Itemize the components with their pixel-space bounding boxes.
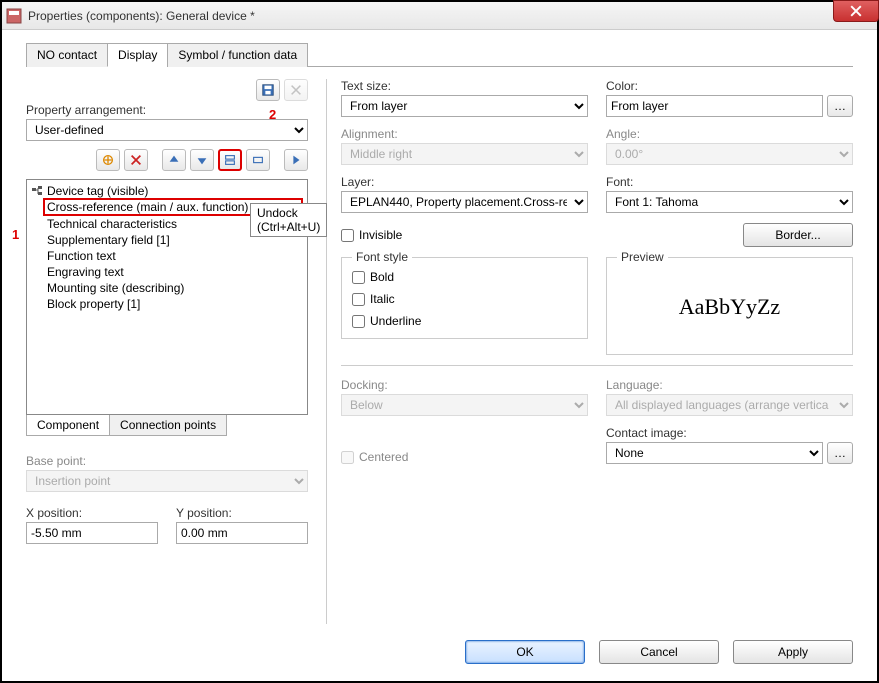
- new-icon-button[interactable]: [96, 149, 120, 171]
- play-icon-button[interactable]: [284, 149, 308, 171]
- angle-select: 0.00°: [606, 143, 853, 165]
- preview-text: AaBbYyZz: [617, 270, 842, 344]
- basepoint-select: Insertion point: [26, 470, 308, 492]
- layer-select[interactable]: EPLAN440, Property placement.Cross-re: [341, 191, 588, 213]
- annotation-1: 1: [12, 227, 19, 242]
- preview-fieldset: Preview AaBbYyZz: [606, 257, 853, 355]
- sub-tab-row: Component Connection points: [26, 415, 308, 436]
- font-select[interactable]: Font 1: Tahoma: [606, 191, 853, 213]
- close-button[interactable]: [833, 0, 879, 22]
- preview-legend: Preview: [617, 250, 668, 264]
- fontstyle-legend: Font style: [352, 250, 412, 264]
- tab-symbol-function[interactable]: Symbol / function data: [167, 43, 308, 67]
- border-button[interactable]: Border...: [743, 223, 853, 247]
- centered-checkbox: Centered: [341, 450, 588, 464]
- underline-checkbox[interactable]: Underline: [352, 314, 577, 328]
- main-tab-row: NO contact Display Symbol / function dat…: [26, 42, 853, 67]
- language-select: All displayed languages (arrange vertica: [606, 394, 853, 416]
- left-panel: 1 2 Property arrangement: User-defined: [26, 79, 308, 624]
- property-arrangement-select[interactable]: User-defined: [26, 119, 308, 141]
- subtab-component[interactable]: Component: [26, 415, 110, 436]
- contactimage-more-button[interactable]: …: [827, 442, 853, 464]
- save-icon-button[interactable]: [256, 79, 280, 101]
- delete-icon-button: [284, 79, 308, 101]
- alignment-label: Alignment:: [341, 127, 588, 141]
- list-root-label: Device tag (visible): [47, 184, 148, 198]
- ellipsis-icon: …: [834, 446, 846, 460]
- tab-display[interactable]: Display: [107, 43, 168, 67]
- invisible-checkbox[interactable]: Invisible: [341, 228, 588, 242]
- fontstyle-fieldset: Font style Bold Italic Underline: [341, 257, 588, 339]
- contactimage-label: Contact image:: [606, 426, 853, 440]
- right-panel: Text size: From layer Color: … Alignment…: [326, 79, 853, 624]
- cancel-button[interactable]: Cancel: [599, 640, 719, 664]
- dialog-button-row: OK Cancel Apply: [26, 640, 853, 664]
- move-up-icon-button[interactable]: [162, 149, 186, 171]
- property-arrangement-label: Property arrangement:: [26, 103, 308, 117]
- language-label: Language:: [606, 378, 853, 392]
- ypos-input[interactable]: [176, 522, 308, 544]
- annotation-2: 2: [269, 107, 276, 122]
- remove-icon-button[interactable]: [124, 149, 148, 171]
- app-icon: [6, 8, 22, 24]
- docking-select: Below: [341, 394, 588, 416]
- dock-icon-button[interactable]: [246, 149, 270, 171]
- ypos-label: Y position:: [176, 506, 308, 520]
- list-item[interactable]: Function text: [45, 248, 303, 264]
- ok-button[interactable]: OK: [465, 640, 585, 664]
- subtab-connection-points[interactable]: Connection points: [109, 415, 227, 436]
- list-root[interactable]: Device tag (visible): [31, 184, 303, 198]
- list-item[interactable]: Mounting site (describing): [45, 280, 303, 296]
- list-item[interactable]: Engraving text: [45, 264, 303, 280]
- window-title: Properties (components): General device …: [28, 9, 873, 23]
- color-input[interactable]: [606, 95, 823, 117]
- angle-label: Angle:: [606, 127, 853, 141]
- italic-checkbox[interactable]: Italic: [352, 292, 577, 306]
- bold-checkbox[interactable]: Bold: [352, 270, 577, 284]
- apply-button[interactable]: Apply: [733, 640, 853, 664]
- xpos-input[interactable]: [26, 522, 158, 544]
- font-label: Font:: [606, 175, 853, 189]
- layer-label: Layer:: [341, 175, 588, 189]
- textsize-label: Text size:: [341, 79, 588, 93]
- title-bar: Properties (components): General device …: [2, 2, 877, 30]
- contactimage-select[interactable]: None: [606, 442, 823, 464]
- ellipsis-icon: …: [834, 99, 846, 113]
- undock-icon-button[interactable]: [218, 149, 242, 171]
- basepoint-label: Base point:: [26, 454, 308, 468]
- docking-label: Docking:: [341, 378, 588, 392]
- color-label: Color:: [606, 79, 853, 93]
- tree-icon: [31, 185, 43, 197]
- tab-no-contact[interactable]: NO contact: [26, 43, 108, 67]
- color-picker-button[interactable]: …: [827, 95, 853, 117]
- invisible-label: Invisible: [359, 228, 402, 242]
- textsize-select[interactable]: From layer: [341, 95, 588, 117]
- alignment-select: Middle right: [341, 143, 588, 165]
- invisible-checkbox-input[interactable]: [341, 229, 354, 242]
- list-item[interactable]: Block property [1]: [45, 296, 303, 312]
- move-down-icon-button[interactable]: [190, 149, 214, 171]
- xpos-label: X position:: [26, 506, 158, 520]
- undock-tooltip: Undock (Ctrl+Alt+U): [250, 203, 327, 237]
